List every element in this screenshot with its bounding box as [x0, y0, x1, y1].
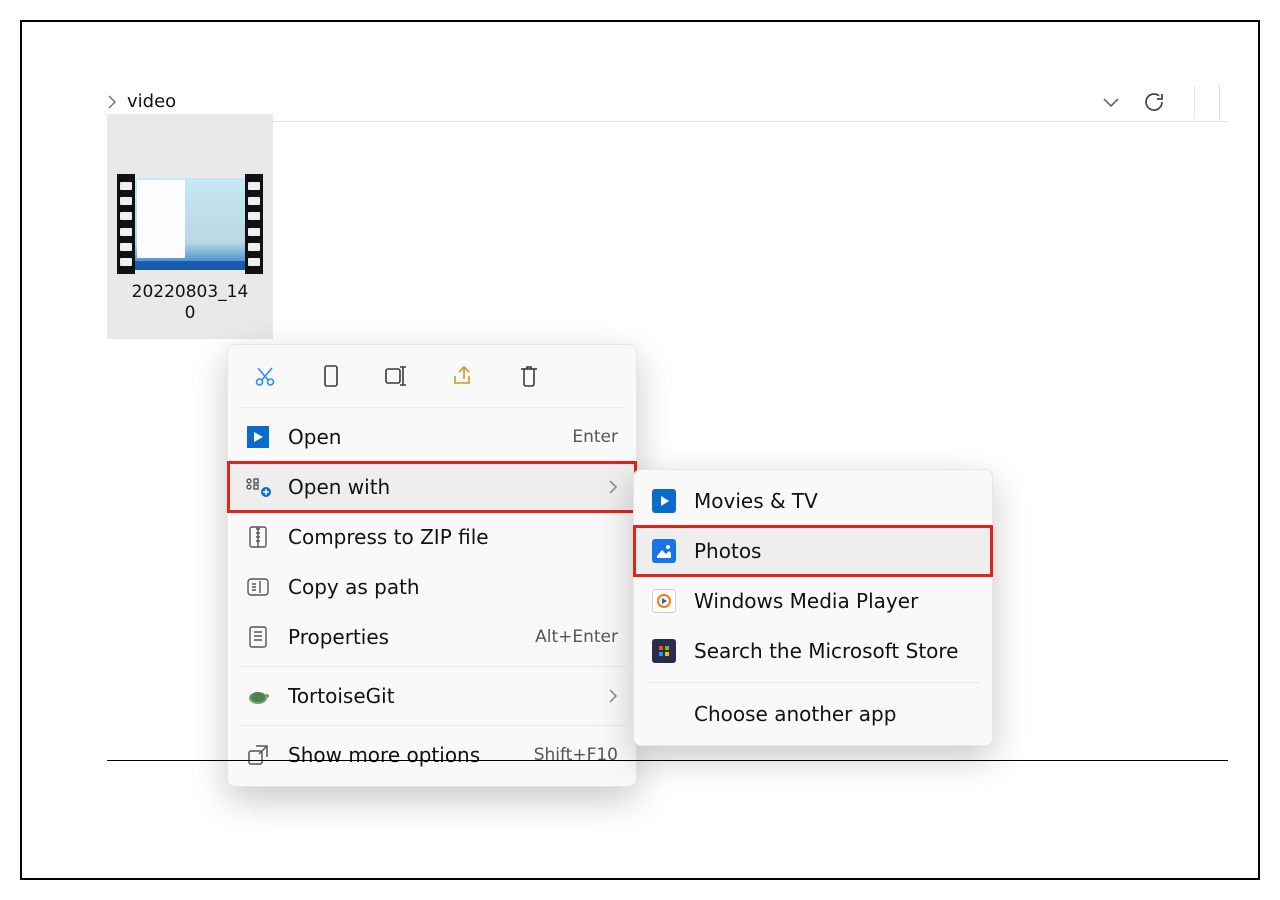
delete-button[interactable] — [514, 361, 544, 391]
menu-item-label: Properties — [288, 625, 519, 649]
menu-item-label: Open — [288, 425, 556, 449]
menu-item-open[interactable]: Open Enter — [228, 412, 636, 462]
menu-item-tortoisegit[interactable]: TortoiseGit — [228, 671, 636, 721]
chevron-right-icon — [608, 689, 618, 703]
refresh-button[interactable] — [1142, 90, 1166, 114]
menu-item-properties[interactable]: Properties Alt+Enter — [228, 612, 636, 662]
breadcrumb-dropdown-button[interactable] — [1102, 96, 1120, 108]
submenu-item-choose-another[interactable]: Choose another app — [634, 689, 992, 739]
rename-button[interactable] — [382, 361, 412, 391]
wmp-app-icon — [650, 589, 678, 613]
address-bar: video — [107, 82, 1228, 122]
context-menu: Open Enter Open with — [227, 344, 637, 787]
menu-item-copy-as-path[interactable]: Copy as path — [228, 562, 636, 612]
show-more-icon — [244, 744, 272, 766]
menu-item-accelerator: Shift+F10 — [534, 745, 618, 765]
menu-item-label: Show more options — [288, 743, 518, 767]
menu-item-label: Copy as path — [288, 575, 618, 599]
copy-path-icon — [244, 577, 272, 597]
menu-item-accelerator: Enter — [572, 427, 618, 447]
submenu-item-label: Choose another app — [694, 702, 974, 726]
file-name-label: 20220803_14 0 — [132, 282, 249, 325]
open-with-submenu: Movies & TV Photos Windows Media Player — [633, 469, 993, 746]
menu-item-label: TortoiseGit — [288, 684, 592, 708]
submenu-item-label: Photos — [694, 539, 974, 563]
video-thumbnail-icon — [117, 174, 263, 274]
chevron-right-icon — [107, 95, 117, 109]
menu-item-compress-zip[interactable]: Compress to ZIP file — [228, 512, 636, 562]
cut-button[interactable] — [250, 361, 280, 391]
divider — [1219, 85, 1220, 119]
breadcrumb[interactable]: video — [107, 91, 1102, 112]
ms-store-icon — [650, 639, 678, 663]
menu-item-label: Open with — [288, 475, 592, 499]
copy-button[interactable] — [316, 361, 346, 391]
movies-tv-app-icon — [244, 426, 272, 448]
photos-app-icon — [650, 539, 678, 563]
submenu-item-photos[interactable]: Photos — [634, 526, 992, 576]
submenu-item-label: Windows Media Player — [694, 589, 974, 613]
properties-icon — [244, 625, 272, 649]
zip-icon — [244, 525, 272, 549]
chevron-right-icon — [608, 480, 618, 494]
menu-item-open-with[interactable]: Open with — [228, 462, 636, 512]
share-button[interactable] — [448, 361, 478, 391]
divider — [107, 760, 1228, 761]
submenu-item-wmp[interactable]: Windows Media Player — [634, 576, 992, 626]
context-menu-action-row — [228, 351, 636, 403]
movies-tv-app-icon — [650, 489, 678, 513]
submenu-item-label: Movies & TV — [694, 489, 974, 513]
menu-item-label: Compress to ZIP file — [288, 525, 618, 549]
submenu-item-ms-store[interactable]: Search the Microsoft Store — [634, 626, 992, 676]
breadcrumb-folder-label: video — [127, 91, 176, 112]
tortoisegit-icon — [244, 686, 272, 706]
divider — [1194, 85, 1195, 119]
submenu-item-movies-tv[interactable]: Movies & TV — [634, 476, 992, 526]
open-with-icon — [244, 476, 272, 498]
submenu-item-label: Search the Microsoft Store — [694, 639, 974, 663]
menu-item-show-more[interactable]: Show more options Shift+F10 — [228, 730, 636, 780]
file-item[interactable]: 20220803_14 0 — [107, 114, 273, 339]
menu-item-accelerator: Alt+Enter — [535, 627, 618, 647]
